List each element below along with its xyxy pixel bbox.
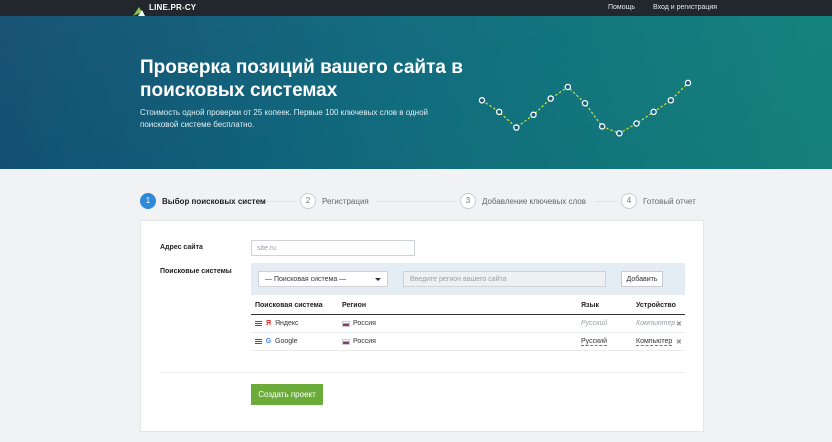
step-label: Добавление ключевых слов bbox=[482, 196, 586, 206]
language-select-link[interactable]: Русский bbox=[581, 338, 607, 346]
chart-point bbox=[478, 97, 486, 104]
chart-point bbox=[495, 108, 503, 116]
engine-name: Яндекс bbox=[275, 320, 299, 327]
step-number: 2 bbox=[300, 193, 316, 209]
region-name: Россия bbox=[353, 338, 376, 345]
login-register-link[interactable]: Вход и регистрация bbox=[653, 4, 717, 12]
chart-point bbox=[513, 124, 520, 131]
russia-flag-icon bbox=[342, 338, 350, 345]
language-value: Русский bbox=[581, 320, 608, 327]
close-icon[interactable]: ✖ bbox=[676, 320, 682, 328]
chart-point bbox=[650, 108, 657, 116]
logo[interactable]: LINE.PR-CY bbox=[133, 3, 197, 16]
page-title: Проверка позиций вашего сайта в поисковы… bbox=[140, 57, 463, 101]
wizard-steps: 1 Выбор поисковых систем 2 Регистрация 3… bbox=[140, 193, 700, 211]
hero-subtitle: Стоимость одной проверки от 25 копеек. П… bbox=[140, 108, 428, 129]
column-header-region: Регион bbox=[342, 302, 367, 309]
step-connector bbox=[377, 201, 457, 202]
chart-point bbox=[616, 130, 623, 137]
chart-point bbox=[564, 83, 572, 91]
site-address-input[interactable]: site.ru bbox=[251, 240, 415, 256]
column-header-engine: Поисковая система bbox=[255, 302, 323, 309]
chart-point bbox=[530, 111, 537, 119]
search-engine-select-value: — Поисковая система — bbox=[265, 275, 347, 283]
chevron-down-icon bbox=[375, 277, 381, 281]
step-1: 1 Выбор поисковых систем bbox=[140, 193, 266, 209]
table-row: G Google Россия Русский Компьютер ✖ bbox=[251, 334, 685, 351]
decorative-line-chart bbox=[478, 79, 692, 137]
divider bbox=[159, 372, 685, 373]
chart-point bbox=[581, 99, 589, 107]
add-engine-button[interactable]: Добавить bbox=[621, 271, 663, 287]
device-value: Компьютер bbox=[636, 320, 676, 327]
logo-icon bbox=[133, 3, 145, 16]
create-project-button[interactable]: Создать проект bbox=[251, 384, 323, 405]
chart-point bbox=[598, 123, 606, 130]
project-form-card: Адрес сайта site.ru Поисковые системы — … bbox=[140, 220, 704, 432]
region-input[interactable]: Введите регион вашего сайта bbox=[403, 271, 606, 287]
region-name: Россия bbox=[353, 320, 376, 327]
yandex-icon: Я bbox=[265, 320, 272, 327]
step-label: Выбор поисковых систем bbox=[162, 196, 266, 206]
step-connector bbox=[265, 201, 297, 202]
step-label: Готовый отчет bbox=[643, 196, 696, 206]
device-select-link[interactable]: Компьютер bbox=[636, 338, 673, 346]
column-header-language: Язык bbox=[581, 302, 599, 309]
table-row: Я Яндекс Россия Русский Компьютер ✖ bbox=[251, 316, 685, 333]
step-number: 4 bbox=[621, 193, 637, 209]
chart-point bbox=[547, 95, 554, 102]
engine-picker-panel: — Поисковая система — Введите регион ваш… bbox=[251, 263, 685, 295]
chart-point bbox=[633, 120, 640, 127]
google-icon: G bbox=[265, 338, 272, 345]
chart-point bbox=[684, 79, 692, 87]
search-engines-label: Поисковые системы bbox=[160, 268, 232, 275]
logo-text: LINE.PR-CY bbox=[149, 3, 197, 12]
site-address-label: Адрес сайта bbox=[160, 244, 203, 251]
top-navbar: LINE.PR-CY Помощь Вход и регистрация bbox=[0, 0, 832, 16]
step-label: Регистрация bbox=[322, 196, 369, 206]
close-icon[interactable]: ✖ bbox=[676, 338, 682, 346]
chart-point bbox=[667, 97, 675, 104]
chart-line bbox=[481, 82, 689, 135]
drag-handle-icon[interactable] bbox=[255, 321, 262, 326]
step-connector bbox=[595, 201, 617, 202]
drag-handle-icon[interactable] bbox=[255, 339, 262, 344]
step-number: 3 bbox=[460, 193, 476, 209]
help-link[interactable]: Помощь bbox=[608, 4, 635, 12]
step-number: 1 bbox=[140, 193, 156, 209]
search-engine-select[interactable]: — Поисковая система — bbox=[258, 271, 388, 287]
hero-banner: Проверка позиций вашего сайта в поисковы… bbox=[0, 16, 832, 169]
engine-name: Google bbox=[275, 338, 298, 345]
column-header-device: Устройство bbox=[636, 302, 676, 309]
step-4: 4 Готовый отчет bbox=[621, 193, 696, 209]
russia-flag-icon bbox=[342, 320, 350, 327]
step-3: 3 Добавление ключевых слов bbox=[460, 193, 586, 209]
step-2: 2 Регистрация bbox=[300, 193, 369, 209]
